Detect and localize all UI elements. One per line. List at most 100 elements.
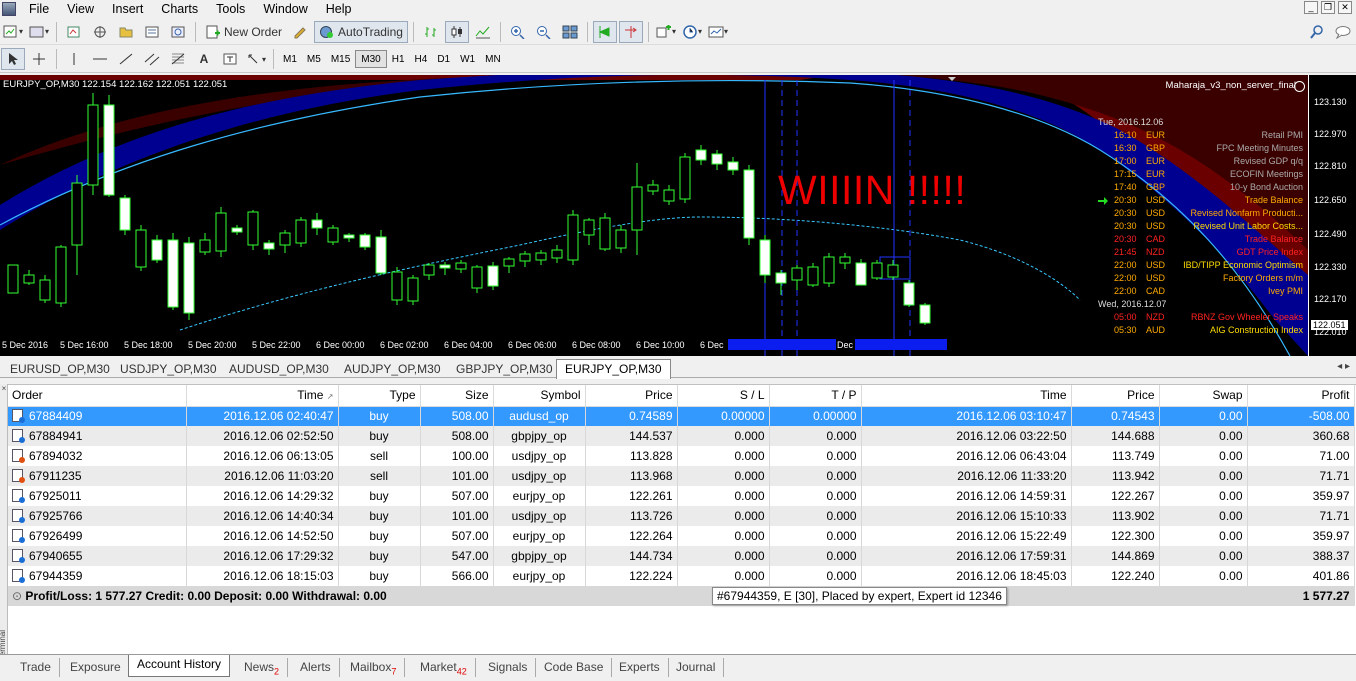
menu-view[interactable]: View	[58, 2, 103, 16]
cursor-icon[interactable]	[1, 48, 25, 70]
terminal-close-icon[interactable]: ×	[0, 384, 8, 393]
tile-windows-icon[interactable]	[558, 21, 582, 43]
col-close-time[interactable]: Time	[861, 385, 1072, 407]
zoom-in-icon[interactable]	[506, 21, 530, 43]
templates-icon[interactable]: ▾	[706, 21, 730, 43]
timeframe-h4[interactable]: H4	[410, 50, 433, 68]
data-window-icon[interactable]	[88, 21, 112, 43]
metaeditor-icon[interactable]	[288, 21, 312, 43]
candle-body	[903, 282, 915, 306]
timeframe-mn[interactable]: MN	[480, 50, 506, 68]
menu-insert[interactable]: Insert	[103, 2, 152, 16]
history-row[interactable]: 67894032 2016.12.06 06:13:05 sell 100.00 usd…	[8, 446, 1355, 466]
col-time[interactable]: Time ↗	[186, 385, 339, 407]
col-symbol[interactable]: Symbol	[493, 385, 586, 407]
timeframe-w1[interactable]: W1	[455, 50, 480, 68]
col-size[interactable]: Size	[420, 385, 494, 407]
terminal-tab-market[interactable]: Market42	[412, 658, 476, 677]
terminal-tab-signals[interactable]: Signals	[480, 658, 537, 677]
trendline-icon[interactable]	[114, 48, 138, 70]
menu-help[interactable]: Help	[317, 2, 361, 16]
news-time: 05:30	[1114, 325, 1137, 335]
chart-shift-icon[interactable]	[618, 20, 643, 43]
text-label-icon[interactable]	[218, 48, 242, 70]
profiles-button[interactable]: ▾	[27, 21, 51, 43]
vertical-line-icon[interactable]	[62, 48, 86, 70]
terminal-tab-exposure[interactable]: Exposure	[62, 658, 130, 677]
col-type[interactable]: Type	[338, 385, 421, 407]
chart-tab-audjpy[interactable]: AUDJPY_OP,M30	[336, 360, 449, 378]
news-item: 16:10 EUR Retail PMI	[1090, 130, 1306, 143]
terminal-tab-experts[interactable]: Experts	[611, 658, 669, 677]
menu-tools[interactable]: Tools	[207, 2, 254, 16]
col-close-price[interactable]: Price	[1071, 385, 1160, 407]
menu-window[interactable]: Window	[254, 2, 316, 16]
terminal-icon[interactable]	[140, 21, 164, 43]
timeframe-m1[interactable]: M1	[278, 50, 302, 68]
new-chart-button[interactable]: ▾	[1, 21, 25, 43]
timeframe-h1[interactable]: H1	[387, 50, 410, 68]
bar-chart-icon[interactable]	[419, 21, 443, 43]
autoscroll-icon[interactable]	[592, 20, 617, 43]
chart-tab-eurusd[interactable]: EURUSD_OP,M30	[2, 360, 118, 378]
col-price[interactable]: Price	[585, 385, 678, 407]
terminal-tab-trade[interactable]: Trade	[12, 658, 60, 677]
col-order[interactable]: Order	[8, 385, 187, 407]
chart-tab-eurjpy[interactable]: EURJPY_OP,M30	[556, 359, 671, 379]
timeframe-d1[interactable]: D1	[432, 50, 455, 68]
text-icon[interactable]: A	[192, 48, 216, 70]
timeframe-m30[interactable]: M30	[355, 50, 387, 68]
periods-icon[interactable]: ▾	[680, 21, 704, 43]
timeframe-m15[interactable]: M15	[326, 50, 355, 68]
candle-body	[743, 169, 755, 239]
terminal-tab-account-history[interactable]: Account History	[128, 655, 231, 677]
minimize-icon[interactable]: _	[1304, 1, 1318, 14]
fibonacci-icon[interactable]	[166, 48, 190, 70]
menu-file[interactable]: File	[20, 2, 58, 16]
navigator-icon[interactable]	[114, 21, 138, 43]
market-watch-icon[interactable]	[62, 21, 86, 43]
history-row[interactable]: 67884941 2016.12.06 02:52:50 buy 508.00 gbpj…	[8, 426, 1355, 446]
menu-charts[interactable]: Charts	[152, 2, 207, 16]
horizontal-line-icon[interactable]	[88, 48, 112, 70]
candlestick-icon[interactable]	[444, 20, 469, 43]
news-time: 16:30	[1114, 143, 1137, 153]
terminal-tab-code-base[interactable]: Code Base	[536, 658, 613, 677]
chart-tab-audusd[interactable]: AUDUSD_OP,M30	[221, 360, 337, 378]
equidistant-channel-icon[interactable]	[140, 48, 164, 70]
chart-tab-usdjpy[interactable]: USDJPY_OP,M30	[112, 360, 225, 378]
history-row[interactable]: 67926499 2016.12.06 14:52:50 buy 507.00 eurj…	[8, 526, 1355, 546]
terminal-tab-news[interactable]: News2	[236, 658, 289, 677]
history-cell: 0.74543	[1071, 406, 1160, 426]
col-sl[interactable]: S / L	[677, 385, 770, 407]
chart-tab-gbpjpy[interactable]: GBPJPY_OP,M30	[448, 360, 561, 378]
zoom-out-icon[interactable]	[532, 21, 556, 43]
crosshair-icon[interactable]	[27, 48, 51, 70]
tester-icon[interactable]	[166, 21, 190, 43]
history-row[interactable]: 67944359 2016.12.06 18:15:03 buy 566.00 eurj…	[8, 566, 1355, 586]
line-chart-icon[interactable]	[471, 21, 495, 43]
restore-icon[interactable]: ❐	[1321, 1, 1335, 14]
search-icon[interactable]	[1305, 21, 1329, 43]
history-cell: 100.00	[420, 446, 494, 466]
price-chart[interactable]: EURJPY_OP,M30 122.154 122.162 122.051 12…	[0, 75, 1356, 356]
history-row[interactable]: 67911235 2016.12.06 11:03:20 sell 101.00 usd…	[8, 466, 1355, 486]
history-row[interactable]: 67940655 2016.12.06 17:29:32 buy 547.00 gbpj…	[8, 546, 1355, 566]
autotrading-button[interactable]: AutoTrading	[314, 20, 408, 43]
chat-icon[interactable]	[1331, 21, 1355, 43]
terminal-tab-mailbox[interactable]: Mailbox7	[342, 658, 406, 677]
new-order-button[interactable]: New Order	[201, 21, 286, 43]
terminal-tab-journal[interactable]: Journal	[668, 658, 725, 677]
history-row[interactable]: 67925766 2016.12.06 14:40:34 buy 101.00 usdj…	[8, 506, 1355, 526]
col-swap[interactable]: Swap	[1159, 385, 1248, 407]
indicators-icon[interactable]: ▾	[654, 21, 678, 43]
close-icon[interactable]: ✕	[1338, 1, 1352, 14]
tab-scroll-icon[interactable]: ◂ ▸	[1337, 361, 1350, 372]
history-row[interactable]: 67884409 2016.12.06 02:40:47 buy 508.00 audu…	[8, 406, 1355, 426]
terminal-tab-alerts[interactable]: Alerts	[292, 658, 340, 677]
timeframe-m5[interactable]: M5	[302, 50, 326, 68]
col-profit[interactable]: Profit	[1247, 385, 1355, 407]
history-row[interactable]: 67925011 2016.12.06 14:29:32 buy 507.00 eurj…	[8, 486, 1355, 506]
arrows-icon[interactable]: ▾	[244, 48, 268, 70]
col-tp[interactable]: T / P	[769, 385, 862, 407]
